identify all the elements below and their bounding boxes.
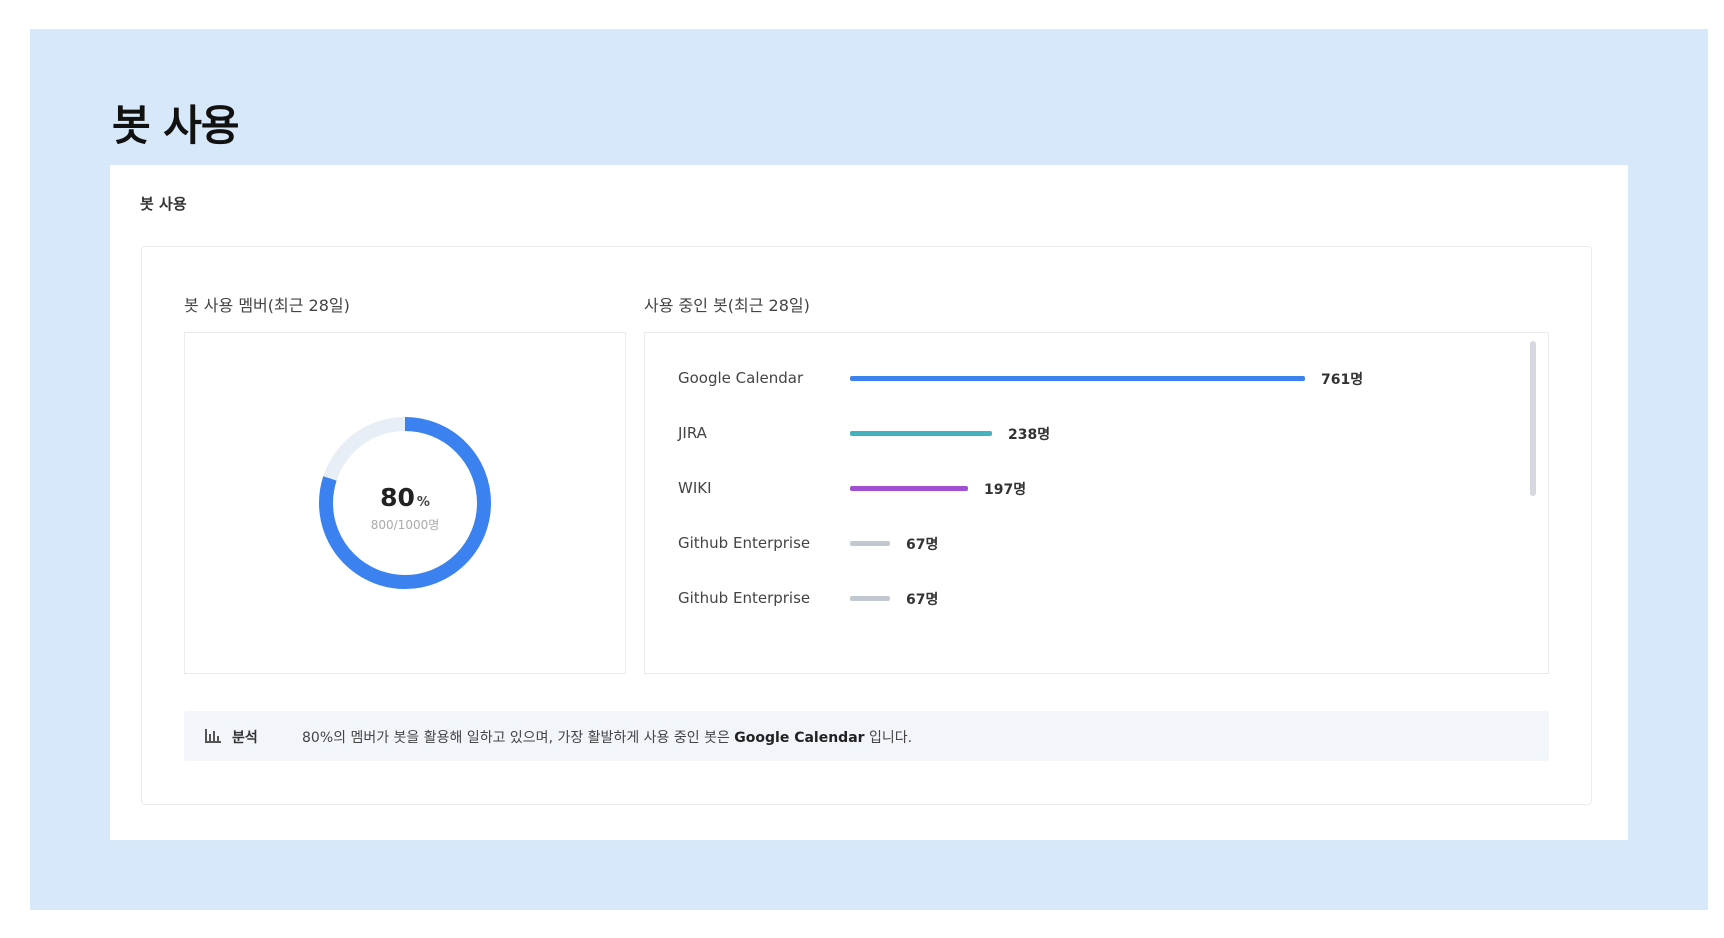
analysis-banner: 분석 80%의 멤버가 봇을 활용해 일하고 있으며, 가장 활발하게 사용 중…: [184, 711, 1549, 761]
bot-usage-count: 67명: [906, 537, 939, 553]
bot-usage-bar: [850, 376, 1305, 381]
analysis-label: 분석: [232, 730, 258, 746]
bot-name: JIRA: [678, 424, 707, 442]
bot-name: WIKI: [678, 479, 712, 497]
analysis-highlight: Google Calendar: [734, 730, 865, 746]
bot-name: Google Calendar: [678, 369, 804, 387]
member-percent-unit: %: [416, 495, 430, 510]
analysis-text-part2: 입니다.: [864, 730, 913, 746]
analysis-text: 80%의 멤버가 봇을 활용해 일하고 있으며, 가장 활발하게 사용 중인 봇…: [302, 727, 912, 747]
bots-section-label: 사용 중인 봇(최근 28일): [644, 296, 810, 315]
bar-list-scrollbar[interactable]: [1530, 341, 1536, 496]
bot-usage-bar: [850, 541, 890, 546]
bot-bar-row: JIRA 238명: [645, 418, 1495, 448]
bot-bar-row: Github Enterprise 67명: [645, 583, 1495, 613]
bot-name: Github Enterprise: [678, 534, 811, 552]
bot-bar-row: Google Calendar 761명: [645, 363, 1495, 393]
bot-usage-count: 197명: [984, 482, 1027, 498]
bot-usage-count: 238명: [1008, 427, 1051, 443]
members-section-label: 봇 사용 멤버(최근 28일): [184, 296, 350, 315]
page-title: 봇 사용: [112, 101, 240, 150]
bar-chart-icon: [205, 729, 221, 743]
bot-usage-bar: [850, 486, 968, 491]
bot-usage-bar: [850, 431, 992, 436]
bot-usage-count: 761명: [1321, 372, 1364, 388]
bot-bar-row: WIKI 197명: [645, 473, 1495, 503]
bot-usage-panel: 봇 사용 봇 사용 멤버(최근 28일) 80% 800/1000명 사용 중인…: [110, 165, 1628, 840]
bot-bar-row: Github Enterprise 67명: [645, 528, 1495, 558]
member-donut-card: 80% 800/1000명: [184, 332, 626, 674]
panel-title: 봇 사용: [140, 195, 187, 213]
member-fraction: 800/1000명: [370, 518, 440, 532]
bot-usage-count: 67명: [906, 592, 939, 608]
analysis-text-part1: 80%의 멤버가 봇을 활용해 일하고 있으며, 가장 활발하게 사용 중인 봇…: [302, 730, 735, 746]
member-percent-value: 80: [380, 483, 415, 512]
bot-usage-bar: [850, 596, 890, 601]
donut-center: 80% 800/1000명: [310, 483, 500, 533]
bot-bar-list: Google Calendar 761명 JIRA 238명 WIKI 197명 Githu…: [644, 332, 1549, 674]
bot-usage-card: 봇 사용 멤버(최근 28일) 80% 800/1000명 사용 중인 봇(최근…: [141, 246, 1592, 805]
bot-name: Github Enterprise: [678, 589, 811, 607]
